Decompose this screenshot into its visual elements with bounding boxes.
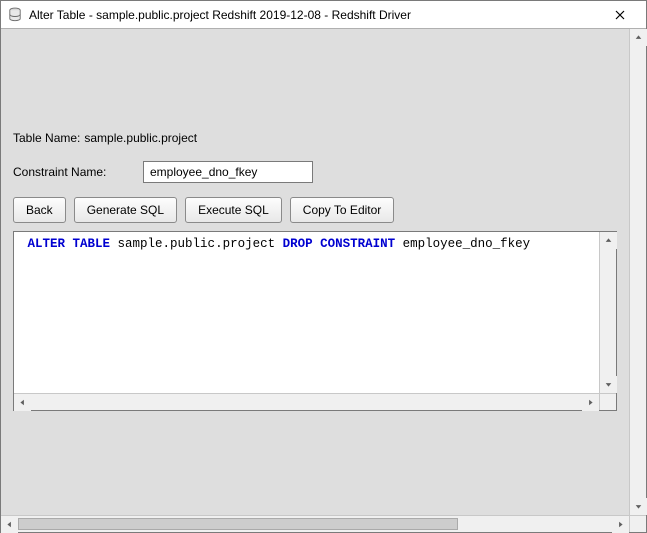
- constraint-name-row: Constraint Name:: [13, 161, 617, 183]
- execute-sql-button[interactable]: Execute SQL: [185, 197, 282, 223]
- sql-scroll-corner: [599, 393, 616, 410]
- scroll-right-icon[interactable]: [612, 516, 629, 533]
- table-name-value: sample.public.project: [84, 131, 197, 145]
- main-area: Table Name: sample.public.project Constr…: [1, 29, 646, 532]
- outer-horizontal-scrollbar[interactable]: [1, 515, 629, 532]
- window-title: Alter Table - sample.public.project Reds…: [29, 8, 600, 22]
- scroll-up-icon[interactable]: [600, 232, 617, 249]
- close-button[interactable]: [600, 1, 640, 28]
- copy-to-editor-button[interactable]: Copy To Editor: [290, 197, 395, 223]
- database-icon: [7, 7, 23, 23]
- window: Alter Table - sample.public.project Reds…: [0, 0, 647, 533]
- constraint-name-label: Constraint Name:: [13, 165, 143, 179]
- sql-object: sample.public.project: [118, 237, 276, 251]
- scroll-up-icon[interactable]: [630, 29, 647, 46]
- outer-horizontal-thumb[interactable]: [18, 518, 458, 530]
- table-name-row: Table Name: sample.public.project: [13, 131, 617, 145]
- scroll-left-icon[interactable]: [1, 516, 18, 533]
- sql-vertical-scrollbar[interactable]: [599, 232, 616, 393]
- outer-vertical-scrollbar[interactable]: [629, 29, 646, 515]
- scroll-left-icon[interactable]: [14, 394, 31, 411]
- scroll-down-icon[interactable]: [600, 376, 617, 393]
- content-panel: Table Name: sample.public.project Constr…: [1, 29, 629, 515]
- sql-keyword-drop-constraint: DROP CONSTRAINT: [283, 237, 396, 251]
- outer-scroll-corner: [629, 515, 646, 532]
- generate-sql-button[interactable]: Generate SQL: [74, 197, 177, 223]
- outer-horizontal-track[interactable]: [18, 516, 612, 532]
- sql-keyword-alter-table: ALTER TABLE: [28, 237, 111, 251]
- constraint-name-input[interactable]: [143, 161, 313, 183]
- titlebar: Alter Table - sample.public.project Reds…: [1, 1, 646, 29]
- sql-horizontal-scrollbar[interactable]: [14, 393, 599, 410]
- back-button[interactable]: Back: [13, 197, 66, 223]
- sql-text[interactable]: ALTER TABLE sample.public.project DROP C…: [14, 232, 599, 393]
- button-row: Back Generate SQL Execute SQL Copy To Ed…: [13, 197, 617, 223]
- sql-editor[interactable]: ALTER TABLE sample.public.project DROP C…: [13, 231, 617, 411]
- scroll-right-icon[interactable]: [582, 394, 599, 411]
- scroll-down-icon[interactable]: [630, 498, 647, 515]
- sql-constraint-name: employee_dno_fkey: [403, 237, 531, 251]
- table-name-label: Table Name:: [13, 131, 80, 145]
